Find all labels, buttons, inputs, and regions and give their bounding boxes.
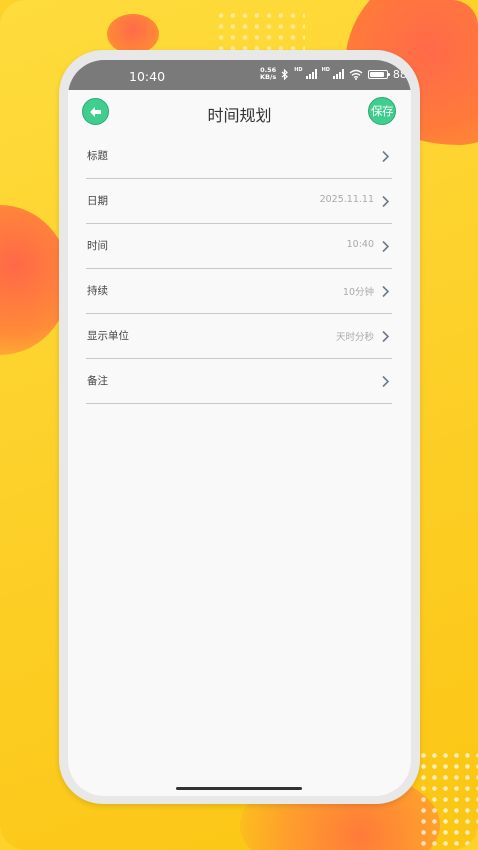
row-duration[interactable]: 持续 10分钟 [86, 269, 392, 314]
battery-icon [367, 69, 391, 79]
row-value: 10:40 [346, 239, 374, 250]
hd-icon: HD [321, 67, 330, 73]
chevron-right-icon [382, 330, 390, 343]
row-label: 持续 [87, 285, 108, 297]
row-value: 2025.11.11 [319, 194, 374, 205]
signal-icon [305, 69, 317, 79]
decorative-dots [215, 10, 305, 54]
row-title[interactable]: 标题 [86, 134, 392, 179]
app-screen: 10:40 0.56 KB/s HD HD 88 时间规划 保存 标题 日期 2… [68, 60, 411, 796]
row-time[interactable]: 时间 10:40 [86, 224, 392, 269]
bluetooth-icon [281, 68, 289, 80]
chevron-right-icon [382, 375, 390, 388]
battery-percent: 88% [392, 67, 411, 81]
app-header: 时间规划 保存 [68, 90, 411, 134]
status-icons: 0.56 KB/s HD HD 88 [260, 67, 411, 81]
battery-level [369, 71, 384, 77]
row-label: 备注 [87, 375, 108, 387]
network-speed-unit: KB/s [260, 73, 277, 81]
row-value: 10分钟 [342, 287, 374, 298]
chevron-right-icon [382, 150, 390, 163]
row-date[interactable]: 日期 2025.11.11 [86, 179, 392, 224]
row-note[interactable]: 备注 [86, 359, 392, 404]
decorative-blob [107, 14, 159, 54]
hd-icon: HD [294, 67, 303, 73]
row-value: 天时分秒 [335, 332, 374, 343]
network-speed: 0.56 KB/s [260, 67, 276, 81]
chevron-right-icon [382, 285, 390, 298]
chevron-right-icon [382, 195, 390, 208]
row-label: 时间 [87, 240, 108, 252]
phone-frame: 10:40 0.56 KB/s HD HD 88 时间规划 保存 标题 日期 2… [59, 50, 420, 804]
chevron-right-icon [382, 240, 390, 253]
save-button[interactable]: 保存 [368, 97, 396, 125]
row-label: 显示单位 [87, 330, 129, 342]
wifi-icon [349, 69, 363, 80]
settings-list: 标题 日期 2025.11.11 时间 10:40 持续 10分钟 显示单位 天… [86, 134, 392, 404]
decorative-dots [418, 750, 478, 850]
status-time: 10:40 [129, 69, 166, 84]
row-label: 标题 [87, 150, 108, 162]
status-bar: 10:40 0.56 KB/s HD HD 88 [68, 60, 411, 90]
page-title: 时间规划 [207, 106, 272, 125]
row-label: 日期 [87, 195, 108, 207]
row-display-unit[interactable]: 显示单位 天时分秒 [86, 314, 392, 359]
home-indicator[interactable] [176, 787, 302, 790]
signal-icon [332, 69, 344, 79]
